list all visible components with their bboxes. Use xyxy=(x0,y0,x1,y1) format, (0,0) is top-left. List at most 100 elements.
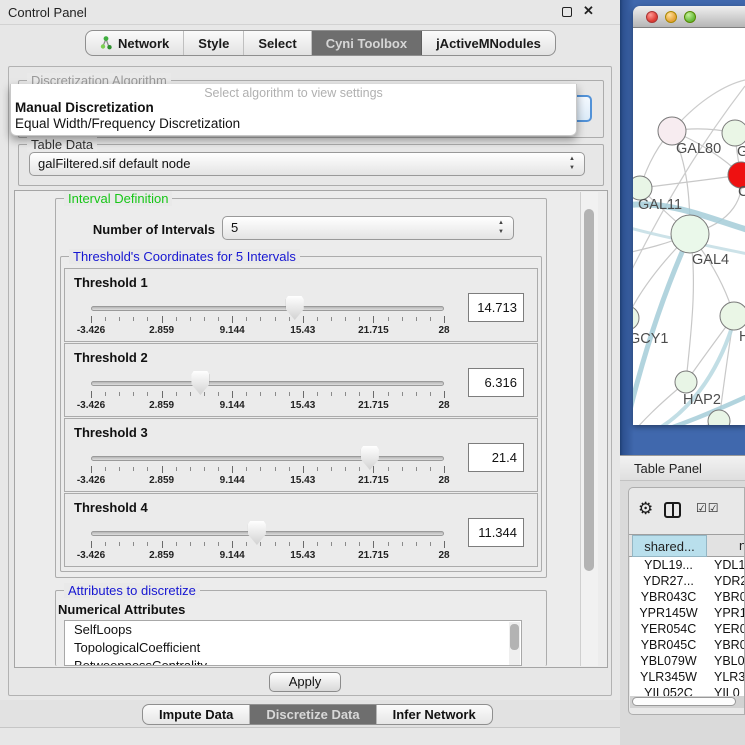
table-row-ybl079w[interactable]: YBL079WYBL0 xyxy=(630,653,745,669)
numerical-attributes-list[interactable]: SelfLoopsTopologicalCoefficientBetweenne… xyxy=(64,620,522,666)
tab-cyni-toolbox[interactable]: Cyni Toolbox xyxy=(312,31,422,55)
minor-tick xyxy=(345,467,346,471)
close-traffic-light-icon[interactable] xyxy=(646,11,658,23)
minor-tick xyxy=(176,467,177,471)
thresholds-group-label: Threshold's Coordinates for 5 Intervals xyxy=(69,249,300,264)
num-intervals-spinner[interactable]: 5 ▲▼ xyxy=(222,216,514,240)
gear-icon[interactable]: ⚙ xyxy=(638,499,653,519)
tab-label: Network xyxy=(118,36,169,51)
minor-tick xyxy=(331,392,332,396)
table-row-ybr045c[interactable]: YBR045CYBR0 xyxy=(630,637,745,653)
threshold-value-field[interactable]: 11.344 xyxy=(468,518,524,547)
table-horizontal-scrollbar[interactable] xyxy=(630,696,745,708)
network-node-g[interactable] xyxy=(722,120,745,146)
minor-tick xyxy=(246,392,247,396)
algorithm-combobox-arrow[interactable] xyxy=(576,95,592,122)
num-intervals-value: 5 xyxy=(231,220,238,235)
minor-tick xyxy=(317,542,318,546)
apply-button[interactable]: Apply xyxy=(269,672,341,692)
tab-network[interactable]: Network xyxy=(86,31,184,55)
minor-tick xyxy=(204,392,205,396)
table-row-ybr043c[interactable]: YBR043CYBR0 xyxy=(630,589,745,605)
slider-track[interactable] xyxy=(91,531,444,536)
slider-track[interactable] xyxy=(91,456,444,461)
close-icon[interactable]: ✕ xyxy=(583,3,594,19)
attribute-item-selfloops[interactable]: SelfLoops xyxy=(65,621,521,639)
threshold-value-field[interactable]: 21.4 xyxy=(468,443,524,472)
network-node-gal4[interactable] xyxy=(671,215,709,253)
slider-thumb[interactable] xyxy=(248,521,266,545)
minor-tick xyxy=(345,542,346,546)
major-tick xyxy=(162,541,163,548)
minor-tick xyxy=(359,542,360,546)
tab-style[interactable]: Style xyxy=(184,31,244,55)
table-header-shared-name[interactable]: shared... xyxy=(632,535,707,557)
major-tick xyxy=(373,391,374,398)
major-tick xyxy=(373,541,374,548)
network-node-hap2[interactable] xyxy=(675,371,697,393)
minimize-traffic-light-icon[interactable] xyxy=(665,11,677,23)
table-header-name[interactable]: n xyxy=(707,535,745,557)
table-row-ylr345w[interactable]: YLR345WYLR3 xyxy=(630,669,745,685)
threshold-value-field[interactable]: 6.316 xyxy=(468,368,524,397)
dropdown-option-equal-width[interactable]: Equal Width/Frequency Discretization xyxy=(11,116,576,132)
tab-discretize-data[interactable]: Discretize Data xyxy=(250,705,376,724)
tab-select[interactable]: Select xyxy=(244,31,311,55)
table-data-group: Table Data galFiltered.sif default node … xyxy=(18,144,604,186)
table-data-combobox[interactable]: galFiltered.sif default node ▲▼ xyxy=(29,152,585,176)
minor-tick xyxy=(176,542,177,546)
panel-title: Control Panel xyxy=(8,5,87,20)
tab-infer-network[interactable]: Infer Network xyxy=(377,705,492,724)
attribute-item-betweennesscentrality[interactable]: BetweennessCentrality xyxy=(65,657,521,666)
network-node-gcy1[interactable] xyxy=(633,306,639,330)
tick-label: 21.715 xyxy=(358,325,389,336)
table-row-ydl19[interactable]: YDL19...YDL1 xyxy=(630,557,745,573)
minor-tick xyxy=(105,467,106,471)
spinner-up-icon: ▲ xyxy=(498,220,504,226)
vertical-scrollbar-thumb[interactable] xyxy=(584,209,594,571)
table-horizontal-scrollbar-thumb[interactable] xyxy=(632,697,736,706)
tab-impute-data[interactable]: Impute Data xyxy=(143,705,250,724)
table-panel-header[interactable]: Table Panel xyxy=(620,455,745,481)
table-row-ydr27[interactable]: YDR27...YDR2 xyxy=(630,573,745,589)
maximize-traffic-light-icon[interactable] xyxy=(684,11,696,23)
slider-track[interactable] xyxy=(91,306,444,311)
threshold-panel-2: Threshold 2-3.4262.8599.14415.4321.71528… xyxy=(64,343,538,417)
dropdown-prompt: Select algorithm to view settings xyxy=(11,86,576,100)
tick-label: 9.144 xyxy=(220,550,245,561)
slider-thumb[interactable] xyxy=(361,446,379,470)
table-row-yer054c[interactable]: YER054CYER0 xyxy=(630,621,745,637)
tab-jactivemnodules[interactable]: jActiveMNodules xyxy=(422,31,555,55)
major-tick xyxy=(162,466,163,473)
major-tick xyxy=(303,391,304,398)
table-row-yil052c[interactable]: YIL052CYIL0 xyxy=(630,685,745,696)
dropdown-option-manual[interactable]: Manual Discretization xyxy=(11,100,576,116)
network-canvas[interactable]: GAL80GCGAL11GAL4GCY1HHAP2 xyxy=(633,28,745,425)
attributes-scrollbar-thumb[interactable] xyxy=(510,624,519,650)
major-tick xyxy=(91,391,92,398)
float-window-icon[interactable] xyxy=(562,7,572,17)
minor-tick xyxy=(147,392,148,396)
attributes-scrollbar[interactable] xyxy=(509,622,520,666)
minor-tick xyxy=(218,467,219,471)
minor-tick xyxy=(119,317,120,321)
split-columns-icon[interactable] xyxy=(664,502,681,518)
numerical-attributes-label: Numerical Attributes xyxy=(58,602,185,617)
minor-tick xyxy=(359,467,360,471)
minor-tick xyxy=(133,317,134,321)
cell-name: YDR2 xyxy=(707,573,745,589)
cell-shared-name: YBR045C xyxy=(630,637,707,653)
threshold-value-field[interactable]: 14.713 xyxy=(468,293,524,322)
slider-track[interactable] xyxy=(91,381,444,386)
minor-tick xyxy=(275,317,276,321)
network-node-h[interactable] xyxy=(720,302,745,330)
tick-label: 15.43 xyxy=(290,325,315,336)
slider-thumb[interactable] xyxy=(191,371,209,395)
checked-box-icons[interactable]: ☑☑ xyxy=(696,501,720,515)
minor-tick xyxy=(246,542,247,546)
tick-label: 9.144 xyxy=(220,400,245,411)
attribute-item-topologicalcoefficient[interactable]: TopologicalCoefficient xyxy=(65,639,521,657)
table-row-ypr145w[interactable]: YPR145WYPR1 xyxy=(630,605,745,621)
network-window: GAL80GCGAL11GAL4GCY1HHAP2 xyxy=(633,6,745,425)
minor-tick xyxy=(416,317,417,321)
